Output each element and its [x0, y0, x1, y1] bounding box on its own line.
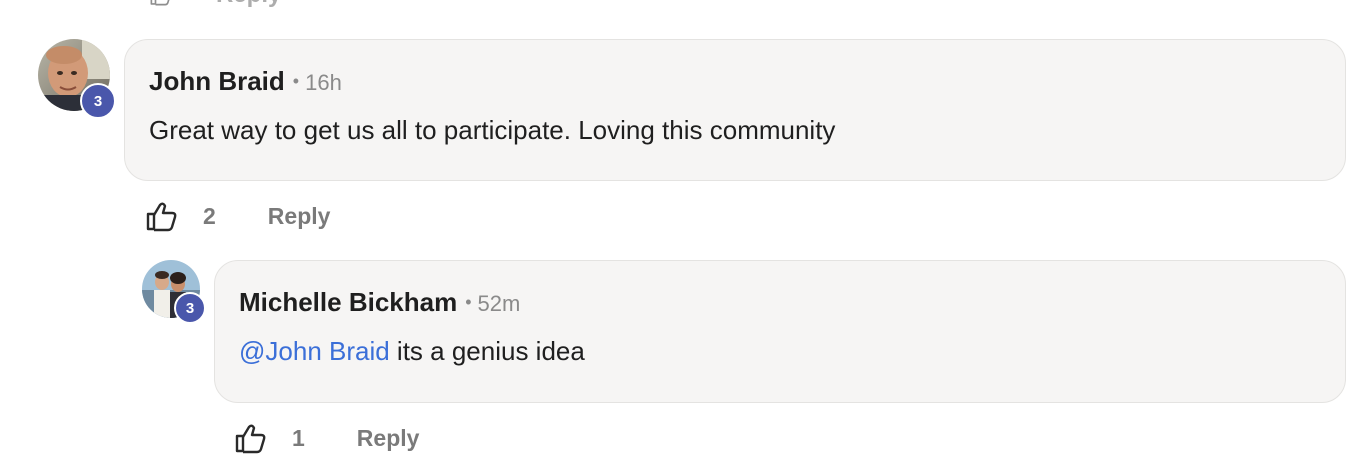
comment-bubble: [124, 39, 1346, 181]
previous-comment-actions: Reply: [146, 0, 281, 9]
level-badge: 3: [174, 292, 206, 324]
separator-dot: •: [465, 292, 472, 312]
reply-body: its a genius idea: [389, 336, 585, 366]
comment-text: Great way to get us all to participate. …: [149, 115, 836, 145]
comment-thread: Reply 3 John Braid • 16h Great way to g: [0, 0, 1372, 474]
timestamp[interactable]: 16h: [305, 70, 342, 96]
comment-actions: 2 Reply: [145, 200, 330, 232]
author-name[interactable]: Michelle Bickham: [239, 287, 457, 318]
author-name[interactable]: John Braid: [149, 66, 285, 97]
reply-header: Michelle Bickham • 52m: [239, 287, 520, 318]
reply-button[interactable]: Reply: [357, 425, 420, 452]
mention-link[interactable]: @John Braid: [239, 336, 390, 366]
reply-text: @John Braid its a genius idea: [239, 336, 585, 367]
separator-dot: •: [292, 71, 300, 91]
thumbs-up-icon[interactable]: [146, 0, 176, 6]
previous-reply-button[interactable]: Reply: [216, 0, 281, 9]
reply-actions: 1 Reply: [234, 422, 419, 454]
thumbs-up-icon[interactable]: [145, 200, 179, 232]
reply-bubble: [214, 260, 1346, 403]
avatar-john-braid[interactable]: 3: [38, 39, 116, 119]
avatar-michelle-bickham[interactable]: 3: [142, 260, 206, 324]
timestamp[interactable]: 52m: [478, 291, 521, 317]
thumbs-up-icon[interactable]: [234, 422, 268, 454]
like-count: 2: [203, 202, 216, 229]
level-badge: 3: [80, 83, 116, 119]
like-count: 1: [292, 424, 305, 451]
comment-header: John Braid • 16h: [149, 66, 342, 97]
reply-button[interactable]: Reply: [268, 203, 331, 230]
